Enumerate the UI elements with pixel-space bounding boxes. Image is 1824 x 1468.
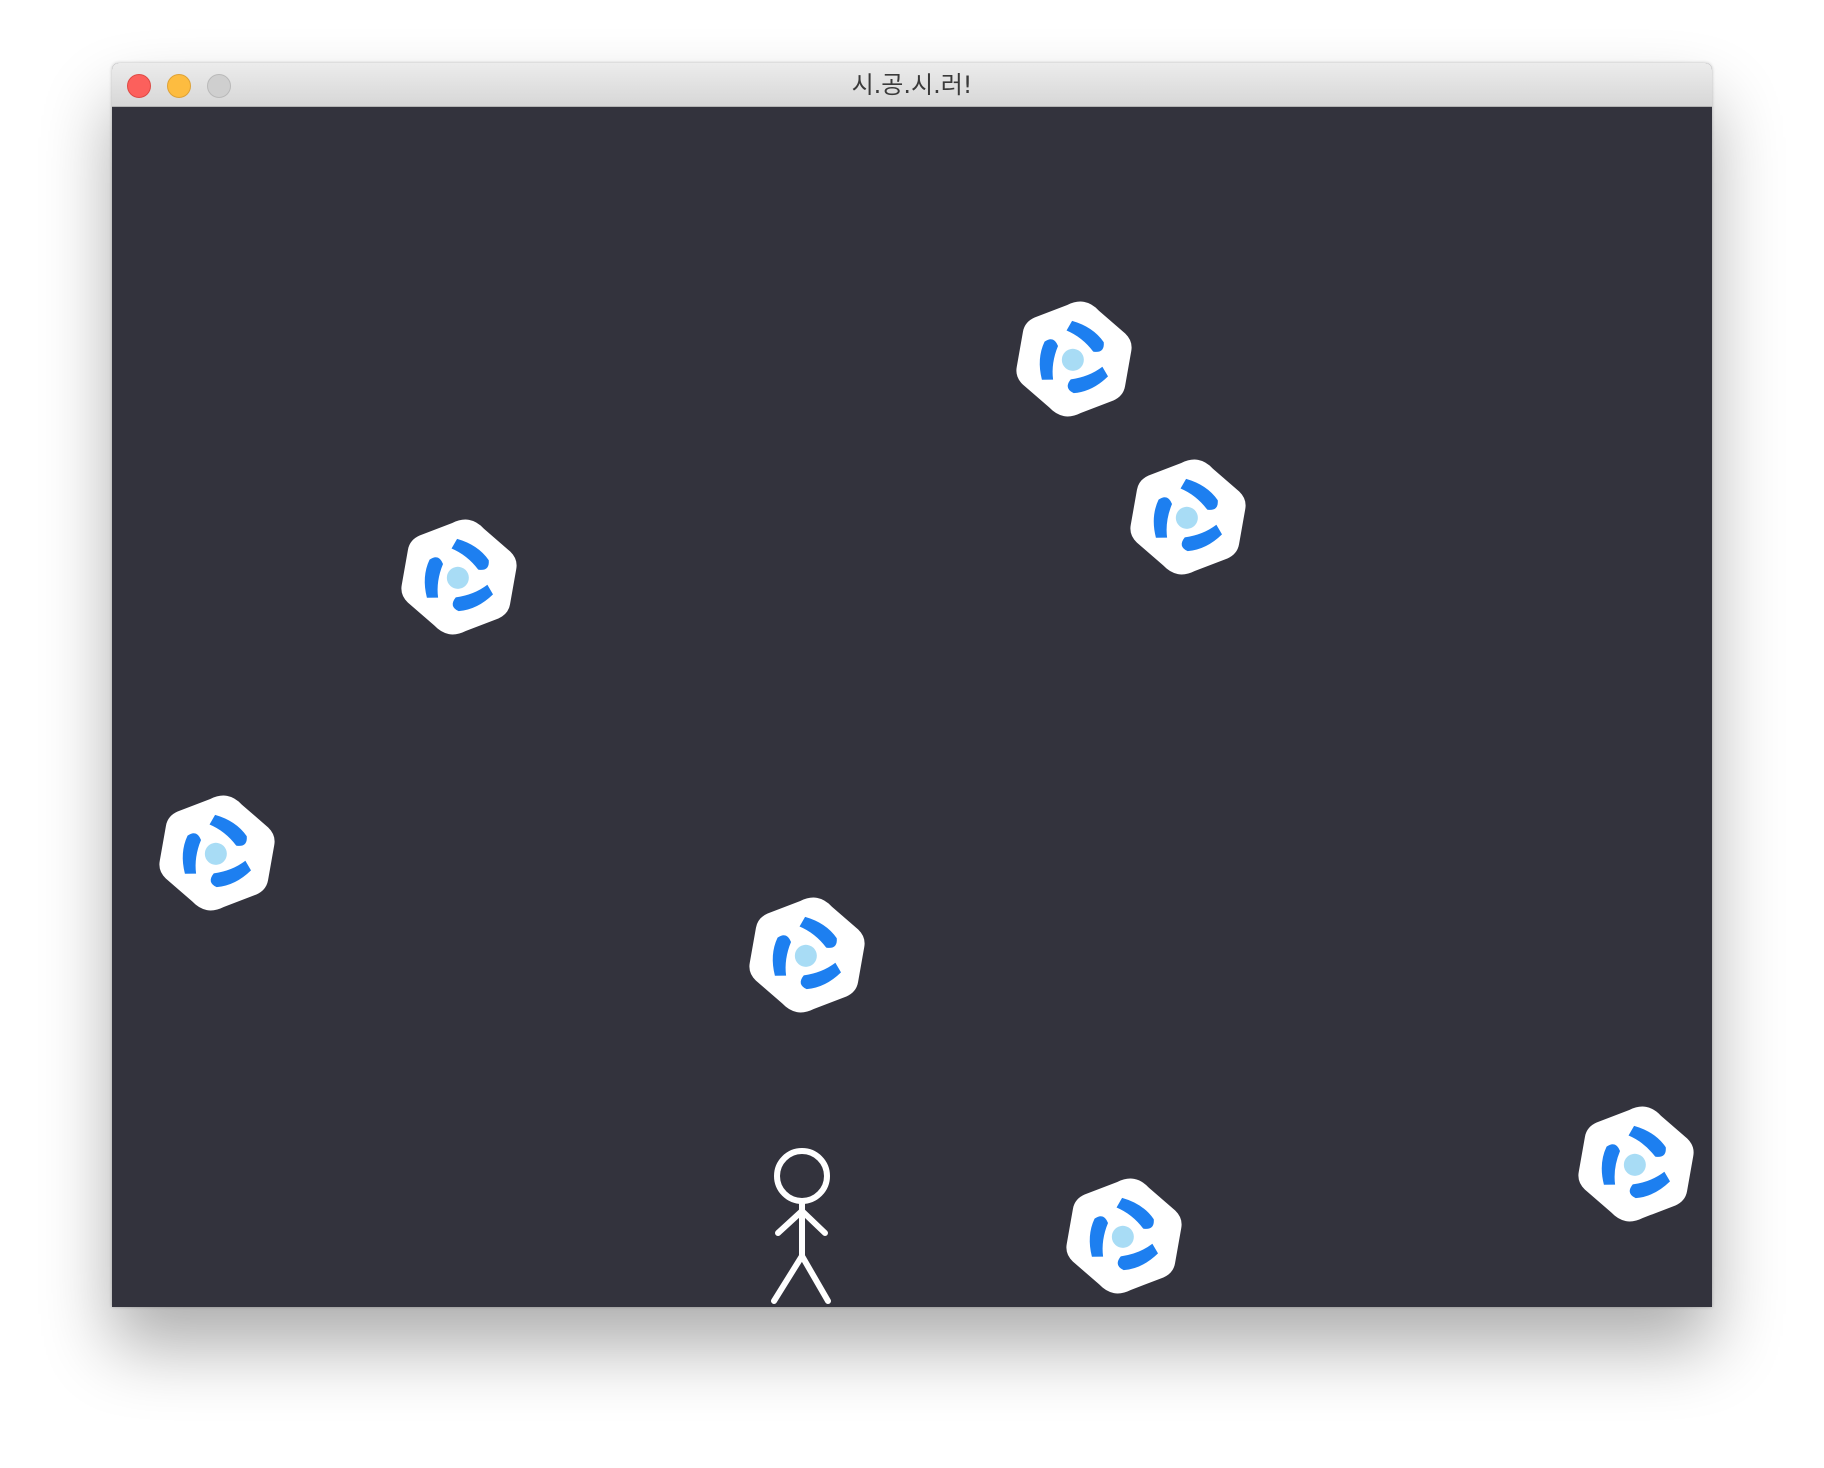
- stick-figure-player: [771, 1148, 831, 1304]
- protoss-emblem-icon: [1060, 1169, 1188, 1302]
- game-scene: [112, 107, 1712, 1304]
- game-canvas[interactable]: [112, 107, 1712, 1307]
- game-window: 시.공.시.러!: [112, 63, 1712, 1307]
- protoss-emblem-icon: [743, 888, 871, 1021]
- protoss-emblem-icon: [1010, 292, 1138, 425]
- protoss-emblem-icon: [153, 786, 281, 919]
- window-title: 시.공.시.러!: [851, 71, 973, 99]
- title-bar[interactable]: 시.공.시.러!: [112, 63, 1712, 107]
- protoss-emblem-icon: [1572, 1097, 1700, 1230]
- protoss-emblem-icon: [395, 510, 523, 643]
- protoss-emblem-icon: [1124, 450, 1252, 583]
